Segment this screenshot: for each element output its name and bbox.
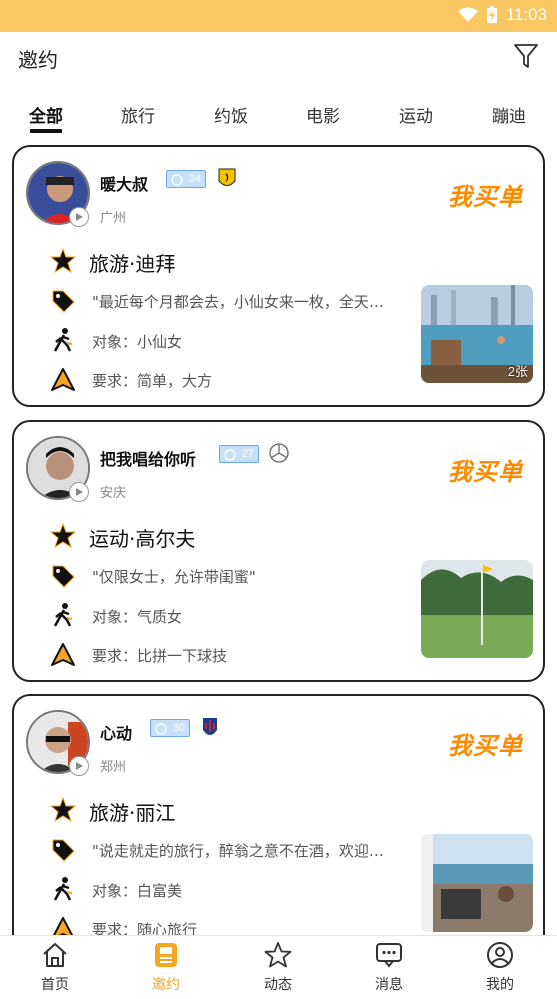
- target-person: 对象：白富美: [92, 882, 183, 900]
- user-name: 暖大叔: [100, 175, 149, 194]
- category-tabs: 全部 旅行 约饭 电影 运动 蹦迪: [0, 92, 557, 138]
- target-person: 对象：小仙女: [92, 333, 183, 351]
- activity-topic: 运动·高尔夫: [89, 527, 196, 551]
- invitation-card[interactable]: 心动 30 郑州 我买单 旅游·丽江 "说走就走的旅行，醉翁之意不在酒，欢迎同行…: [12, 694, 545, 956]
- nav-invite-label: 邀约: [152, 977, 180, 993]
- app-header: 邀约: [0, 32, 557, 82]
- bottom-navigation: 首页 邀约 动态 消息 我的: [0, 935, 557, 999]
- activity-photo[interactable]: 2张: [421, 285, 533, 383]
- level-icon: [155, 723, 167, 735]
- active-tab-indicator: [30, 129, 62, 133]
- invitation-card[interactable]: 把我唱给你听 27 安庆 我买单 运动·高尔夫 "仅限女士，允许带闺蜜" 对象：…: [12, 420, 545, 682]
- play-icon[interactable]: [69, 482, 89, 502]
- filter-icon[interactable]: [513, 42, 539, 70]
- tab-disco[interactable]: 蹦迪: [479, 102, 539, 127]
- activity-description: "最近每个月都会去，小仙女来一枚，全天陪同: [92, 293, 392, 311]
- profile-icon: [487, 942, 513, 968]
- level-icon: [224, 449, 236, 461]
- tab-travel[interactable]: 旅行: [108, 102, 168, 127]
- nav-moments[interactable]: 动态: [238, 942, 318, 994]
- battery-icon: [486, 6, 497, 23]
- level-badge: 30: [150, 719, 190, 737]
- play-icon[interactable]: [69, 756, 89, 776]
- maserati-icon: [203, 718, 217, 735]
- activity-photo[interactable]: [421, 834, 533, 932]
- nav-messages-label: 消息: [375, 977, 403, 993]
- nav-home-label: 首页: [41, 977, 69, 993]
- nav-messages[interactable]: 消息: [349, 942, 429, 994]
- message-icon: [376, 943, 402, 968]
- activity-topic: 旅游·丽江: [89, 801, 176, 825]
- nav-profile[interactable]: 我的: [460, 942, 540, 994]
- activity-topic: 旅游·迪拜: [89, 252, 176, 276]
- tab-sports[interactable]: 运动: [386, 102, 446, 127]
- navigation-icon: [51, 643, 75, 666]
- invitation-card[interactable]: 暖大叔 34 广州 我买单 旅游·迪拜 "最近每个月都会去，小仙女来一枚，全天陪…: [12, 145, 545, 407]
- buy-badge: 我买单: [448, 458, 523, 486]
- tag-icon: [52, 290, 75, 313]
- navigation-icon: [51, 368, 75, 391]
- photo-count: 2张: [507, 364, 528, 379]
- requirement: 要求：简单，大方: [92, 372, 213, 390]
- activity-description: "仅限女士，允许带闺蜜": [92, 568, 256, 586]
- nav-home[interactable]: 首页: [15, 942, 95, 994]
- tab-dinner[interactable]: 约饭: [201, 102, 261, 127]
- nav-profile-label: 我的: [486, 977, 514, 993]
- nav-invite[interactable]: 邀约: [126, 942, 206, 994]
- level-badge: 27: [219, 445, 259, 463]
- user-city: 郑州: [100, 760, 127, 775]
- status-bar: 11:03: [0, 0, 557, 32]
- wifi-icon: [457, 7, 478, 22]
- tag-icon: [52, 839, 75, 862]
- user-city: 广州: [100, 211, 127, 226]
- nav-moments-label: 动态: [264, 977, 292, 993]
- mercedes-icon: [269, 443, 289, 463]
- user-name: 把我唱给你听: [100, 450, 197, 469]
- walker-icon: [53, 603, 73, 627]
- walker-icon: [53, 328, 73, 352]
- tab-all[interactable]: 全部: [16, 102, 76, 127]
- activity-photo[interactable]: [421, 560, 533, 658]
- walker-icon: [53, 877, 73, 901]
- clock: 11:03: [505, 5, 547, 24]
- ferrari-icon: [218, 168, 236, 186]
- invite-icon: [155, 943, 177, 967]
- level-icon: [171, 174, 183, 186]
- tag-icon: [52, 565, 75, 588]
- requirement: 要求：比拼一下球技: [92, 647, 228, 665]
- target-person: 对象：气质女: [92, 608, 183, 626]
- star-icon: [50, 248, 76, 274]
- star-outline-icon: [264, 942, 292, 968]
- page-title: 邀约: [18, 48, 58, 72]
- tab-movie[interactable]: 电影: [293, 102, 353, 127]
- activity-description: "说走就走的旅行，醉翁之意不在酒，欢迎同行: [92, 842, 392, 860]
- star-icon: [50, 523, 76, 549]
- level-badge: 34: [166, 170, 206, 188]
- play-icon[interactable]: [69, 207, 89, 227]
- user-city: 安庆: [100, 486, 127, 501]
- buy-badge: 我买单: [448, 732, 523, 760]
- buy-badge: 我买单: [448, 183, 523, 211]
- star-icon: [50, 797, 76, 823]
- user-name: 心动: [100, 724, 133, 743]
- home-icon: [43, 943, 67, 967]
